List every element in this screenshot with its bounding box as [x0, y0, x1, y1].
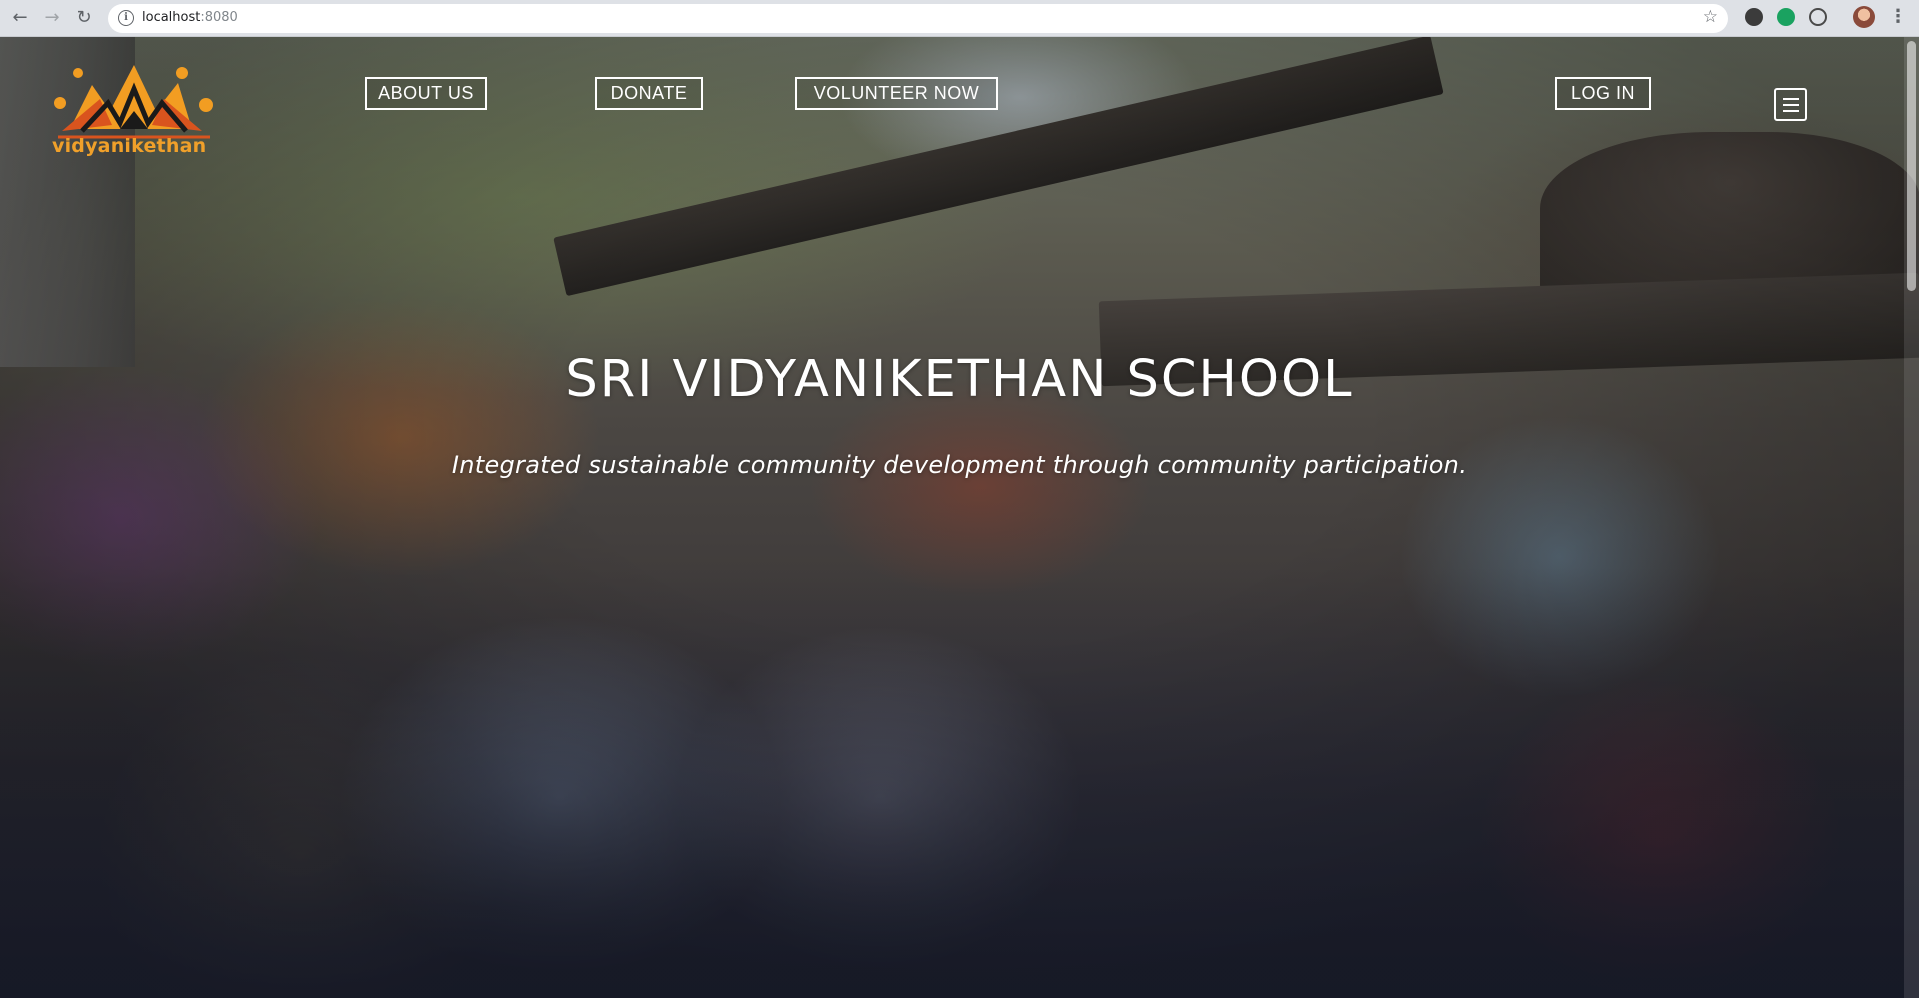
page-content: vidyanikethan ABOUT US DONATE VOLUNTEER … — [0, 37, 1919, 998]
forward-icon[interactable]: → — [40, 6, 64, 30]
scrollbar-thumb[interactable] — [1907, 41, 1916, 291]
page-scrollbar[interactable] — [1904, 37, 1919, 998]
extension-icon[interactable] — [1777, 8, 1795, 26]
page-title: SRI VIDYANIKETHAN SCHOOL — [565, 350, 1354, 409]
profile-avatar[interactable] — [1853, 6, 1875, 28]
info-icon[interactable]: i — [118, 10, 134, 26]
hamburger-menu-icon[interactable] — [1774, 88, 1807, 121]
back-icon[interactable]: ← — [8, 6, 32, 30]
log-in-button[interactable]: LOG IN — [1555, 77, 1651, 110]
menu-icon[interactable]: ⋮ — [1889, 6, 1907, 27]
browser-toolbar: ← → ↻ i localhost:8080 ☆ ⋮ — [0, 0, 1919, 37]
hero-subtitle: Integrated sustainable community develop… — [451, 451, 1468, 479]
reload-icon[interactable]: ↻ — [72, 6, 96, 30]
donate-button[interactable]: DONATE — [595, 77, 703, 110]
logo-text: vidyanikethan — [52, 135, 207, 157]
volunteer-now-button[interactable]: VOLUNTEER NOW — [795, 77, 998, 110]
site-logo[interactable]: vidyanikethan — [52, 59, 264, 177]
hero-vignette — [0, 37, 1919, 998]
star-icon[interactable]: ☆ — [1703, 7, 1718, 27]
extension-icon[interactable] — [1745, 8, 1763, 26]
logo-sun-icon — [54, 65, 213, 139]
about-us-button[interactable]: ABOUT US — [365, 77, 487, 110]
address-bar[interactable]: i localhost:8080 ☆ — [108, 4, 1728, 33]
url-text[interactable]: localhost:8080 — [142, 10, 238, 25]
extension-icon[interactable] — [1809, 8, 1827, 26]
